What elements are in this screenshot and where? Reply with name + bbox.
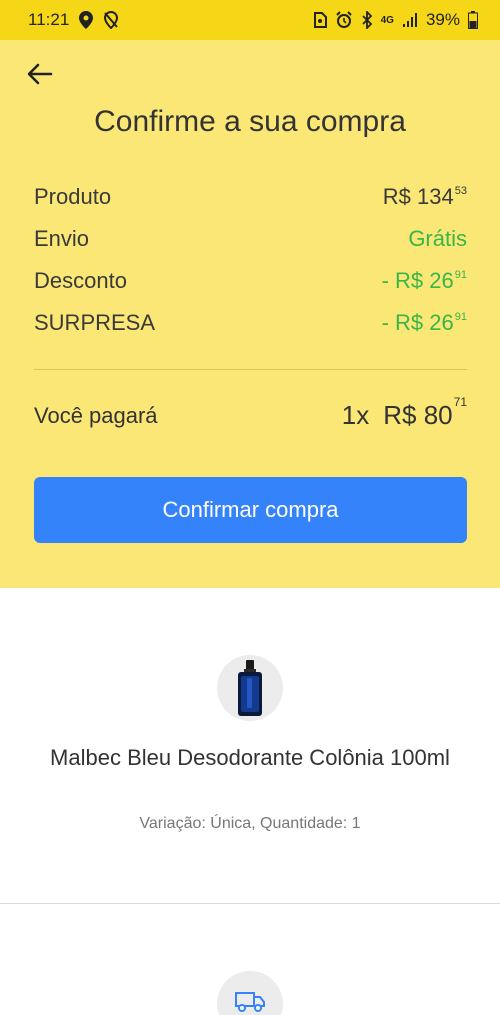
battery-icon	[468, 11, 478, 29]
confirm-purchase-button[interactable]: Confirmar compra	[34, 477, 467, 543]
section-divider	[0, 903, 500, 904]
summary-row-produto: Produto R$ 13453	[34, 184, 467, 210]
status-bar: 11:21 4G 39%	[0, 0, 500, 40]
total-price: R$ 8071	[383, 395, 467, 430]
row-label: Envio	[34, 226, 90, 251]
row-value: - R$ 2691	[381, 268, 467, 293]
alarm-icon	[335, 11, 353, 29]
product-image	[217, 655, 283, 721]
row-label: Desconto	[34, 268, 127, 293]
row-value: Grátis	[408, 226, 467, 251]
installments: 1x	[341, 400, 370, 430]
location-icon	[79, 11, 94, 29]
shipping-image	[217, 971, 283, 1015]
total-label: Você pagará	[34, 402, 158, 428]
truck-icon	[234, 991, 266, 1015]
confirmation-header: Confirme a sua compra Produto R$ 13453 E…	[0, 40, 500, 588]
row-value: R$ 13453	[382, 184, 467, 209]
bluetooth-icon	[361, 11, 373, 29]
row-label: SURPRESA	[34, 310, 156, 335]
summary-row-envio: Envio Grátis	[34, 226, 467, 252]
arrow-left-icon	[27, 63, 53, 90]
total-amount: 1x R$ 8071	[341, 395, 467, 431]
battery-text: 39%	[425, 10, 460, 29]
summary-row-surpresa: SURPRESA - R$ 2691	[34, 310, 467, 336]
product-section: Malbec Bleu Desodorante Colônia 100ml Va…	[0, 588, 500, 904]
perfume-bottle-icon	[238, 660, 262, 716]
product-name: Malbec Bleu Desodorante Colônia 100ml	[50, 745, 450, 770]
location-off-icon	[103, 11, 119, 29]
row-value: - R$ 2691	[381, 310, 467, 335]
back-button[interactable]	[22, 58, 58, 94]
status-time: 11:21	[28, 10, 70, 29]
network-type: 4G	[380, 14, 394, 26]
signal-icon	[402, 12, 418, 28]
sim-icon	[313, 12, 327, 28]
summary-row-desconto: Desconto - R$ 2691	[34, 268, 467, 294]
summary-divider	[34, 369, 467, 370]
row-label: Produto	[34, 184, 112, 209]
product-variation: Variação: Única, Quantidade: 1	[139, 815, 361, 832]
total-row: Você pagará 1x R$ 8071	[34, 395, 467, 431]
page-title: Confirme a sua compra	[94, 105, 406, 138]
